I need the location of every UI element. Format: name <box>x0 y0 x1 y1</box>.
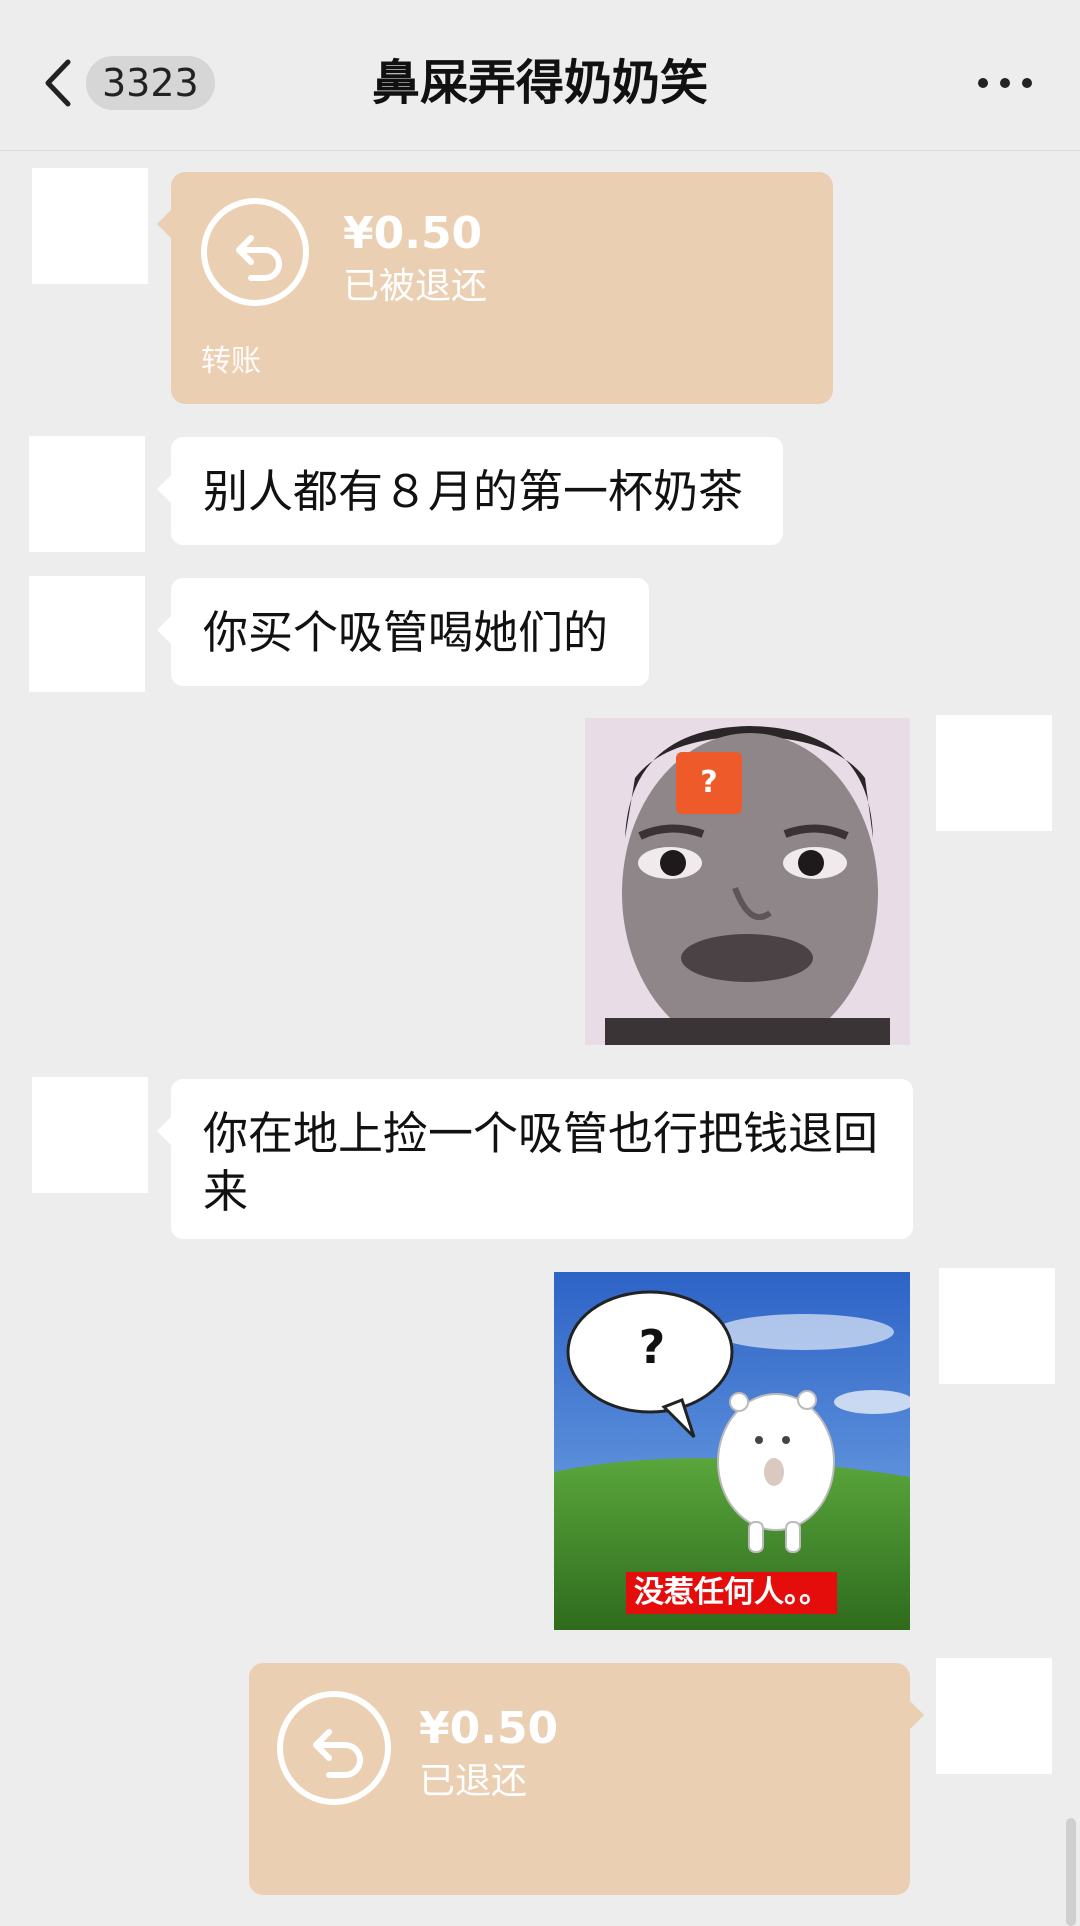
transfer-status: 已被退还 <box>343 266 488 307</box>
avatar[interactable] <box>29 576 145 692</box>
transfer-status: 已退还 <box>419 1761 528 1802</box>
transfer-label: 转账 <box>201 344 261 379</box>
chat-header: 3323 鼻屎弄得奶奶笑 <box>0 0 1080 151</box>
speech-question-mark: ? <box>638 1320 666 1374</box>
transfer-amount: ¥0.50 <box>419 1703 559 1754</box>
return-arrow-icon <box>201 198 309 306</box>
chat-title: 鼻屎弄得奶奶笑 <box>371 55 708 111</box>
avatar[interactable] <box>936 715 1052 831</box>
transfer-card[interactable]: ¥0.50 已被退还 转账 <box>157 172 833 404</box>
message-bubble[interactable]: 你买个吸管喝她们的 <box>157 578 649 686</box>
transfer-card[interactable]: ¥0.50 已退还 <box>249 1663 924 1895</box>
meme-caption: 没惹任何人。。 <box>626 1572 837 1614</box>
avatar[interactable] <box>939 1268 1055 1384</box>
question-badge: ? <box>676 752 742 814</box>
message-bubble[interactable]: 你在地上捡一个吸管也行把钱退回来 <box>157 1079 913 1239</box>
unread-count-badge[interactable]: 3323 <box>86 56 215 110</box>
transfer-amount: ¥0.50 <box>343 208 483 259</box>
avatar[interactable] <box>32 1077 148 1193</box>
more-options-icon[interactable] <box>978 74 1032 94</box>
avatar[interactable] <box>936 1658 1052 1774</box>
return-arrow-icon <box>277 1691 391 1805</box>
avatar[interactable] <box>32 168 148 284</box>
image-message[interactable]: ? 没惹任何人。。 <box>554 1272 910 1630</box>
message-bubble[interactable]: 别人都有８月的第一杯奶茶 <box>157 437 783 545</box>
image-message[interactable]: ? <box>585 718 910 1045</box>
avatar[interactable] <box>29 436 145 552</box>
back-arrow-icon[interactable] <box>40 58 76 108</box>
scrollbar[interactable] <box>1066 1818 1076 1926</box>
face-photo <box>585 718 910 1045</box>
